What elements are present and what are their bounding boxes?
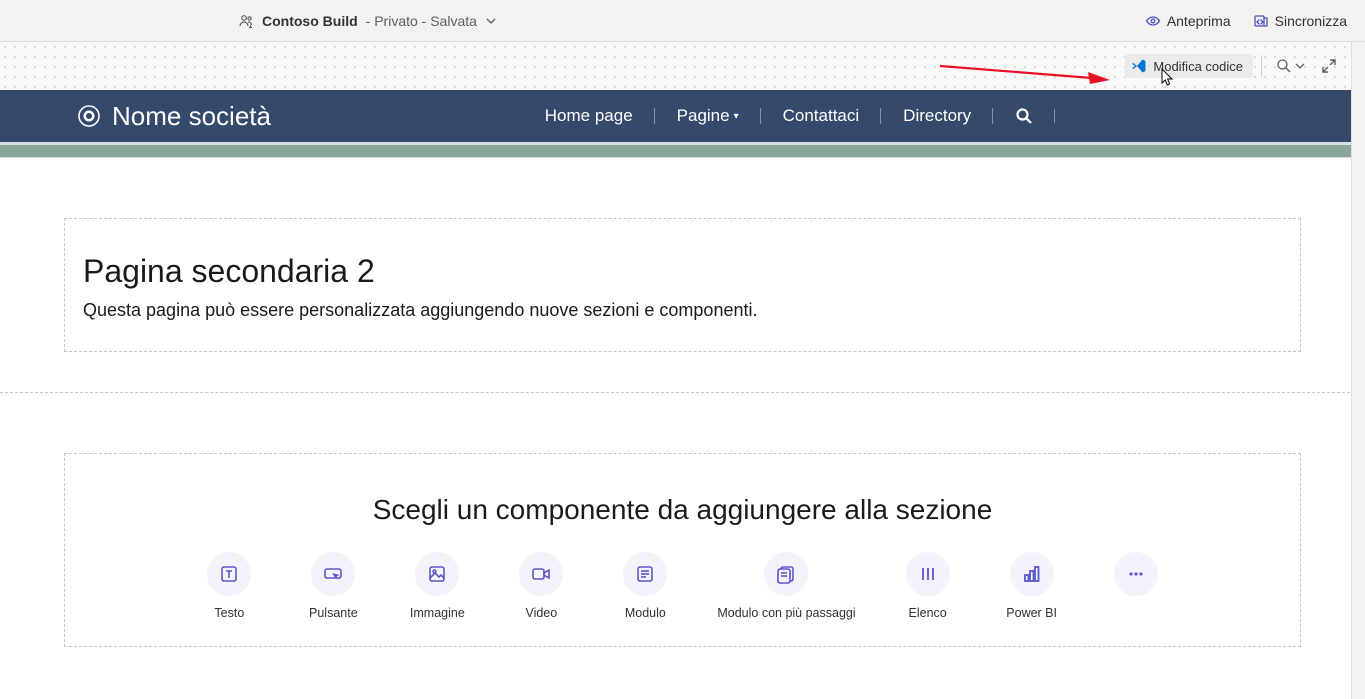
component-list[interactable]: Elenco <box>896 552 960 620</box>
search-icon <box>1015 107 1033 125</box>
component-text-label: Testo <box>214 606 244 620</box>
sync-icon <box>1253 13 1269 29</box>
video-icon <box>531 564 551 584</box>
caret-down-icon: ▾ <box>734 111 739 122</box>
nav-contact[interactable]: Contattaci <box>761 106 882 126</box>
zoom-button[interactable] <box>1270 54 1311 78</box>
sync-label: Sincronizza <box>1275 13 1347 29</box>
nav-home[interactable]: Home page <box>523 106 655 126</box>
edit-code-label: Modifica codice <box>1153 59 1243 74</box>
component-list: Testo Pulsante Immagine Video Modulo Mod <box>105 552 1260 620</box>
expand-button[interactable] <box>1315 54 1343 78</box>
nav-directory[interactable]: Directory <box>881 106 993 126</box>
component-video[interactable]: Video <box>509 552 573 620</box>
vscode-icon <box>1131 58 1147 74</box>
nav-search[interactable] <box>993 107 1055 125</box>
site-brand[interactable]: Nome società <box>78 101 271 132</box>
image-icon <box>427 564 447 584</box>
multistep-icon <box>776 564 796 584</box>
expand-icon <box>1321 58 1337 74</box>
component-video-label: Video <box>525 606 557 620</box>
component-more[interactable]: . <box>1104 552 1168 620</box>
component-form-label: Modulo <box>625 606 666 620</box>
component-multistep-label: Modulo con più passaggi <box>717 606 855 620</box>
command-bar: Contoso Build - Privato - Salvata Antepr… <box>0 0 1365 42</box>
section-divider <box>0 392 1365 393</box>
page-canvas: Pagina secondaria 2 Questa pagina può es… <box>0 158 1365 699</box>
form-icon <box>635 564 655 584</box>
component-powerbi-label: Power BI <box>1006 606 1057 620</box>
zoom-icon <box>1276 58 1292 74</box>
page-header-section[interactable]: Pagina secondaria 2 Questa pagina può es… <box>64 218 1301 352</box>
site-header: Nome società Home page Pagine ▾ Contattac… <box>0 90 1365 142</box>
chevron-down-icon <box>485 15 497 27</box>
sync-button[interactable]: Sincronizza <box>1253 13 1347 29</box>
logo-icon <box>78 105 100 127</box>
app-title-group[interactable]: Contoso Build - Privato - Salvata <box>238 13 497 29</box>
button-icon <box>323 564 343 584</box>
picker-heading: Scegli un componente da aggiungere alla … <box>105 494 1260 526</box>
nav-contact-label: Contattaci <box>783 106 860 126</box>
accent-band <box>0 142 1365 158</box>
divider <box>1261 55 1262 77</box>
app-meta: - Privato - Salvata <box>366 13 477 29</box>
people-icon <box>238 13 254 29</box>
app-name: Contoso Build <box>262 13 358 29</box>
scrollbar-track[interactable] <box>1351 42 1365 699</box>
eye-icon <box>1145 13 1161 29</box>
powerbi-icon <box>1022 564 1042 584</box>
brand-label: Nome società <box>112 101 271 132</box>
list-icon <box>918 564 938 584</box>
component-form[interactable]: Modulo <box>613 552 677 620</box>
chevron-down-icon <box>1295 61 1305 71</box>
component-picker-section: Scegli un componente da aggiungere alla … <box>64 453 1301 647</box>
component-multistep-form[interactable]: Modulo con più passaggi <box>717 552 855 620</box>
text-icon <box>219 564 239 584</box>
nav-pages-label: Pagine <box>677 106 730 126</box>
component-button[interactable]: Pulsante <box>301 552 365 620</box>
canvas-toolbar: Modifica codice <box>0 42 1365 90</box>
page-title: Pagina secondaria 2 <box>83 253 1282 290</box>
component-powerbi[interactable]: Power BI <box>1000 552 1064 620</box>
site-nav: Home page Pagine ▾ Contattaci Directory <box>271 106 1327 126</box>
component-image[interactable]: Immagine <box>405 552 469 620</box>
component-image-label: Immagine <box>410 606 465 620</box>
component-list-label: Elenco <box>909 606 947 620</box>
page-subtitle: Questa pagina può essere personalizzata … <box>83 300 1282 321</box>
more-icon <box>1126 564 1146 584</box>
nav-directory-label: Directory <box>903 106 971 126</box>
component-button-label: Pulsante <box>309 606 358 620</box>
nav-pages[interactable]: Pagine ▾ <box>655 106 761 126</box>
preview-label: Anteprima <box>1167 13 1231 29</box>
annotation-arrow <box>940 62 1110 84</box>
edit-code-button[interactable]: Modifica codice <box>1125 54 1253 78</box>
component-text[interactable]: Testo <box>197 552 261 620</box>
preview-button[interactable]: Anteprima <box>1145 13 1231 29</box>
nav-home-label: Home page <box>545 106 633 126</box>
